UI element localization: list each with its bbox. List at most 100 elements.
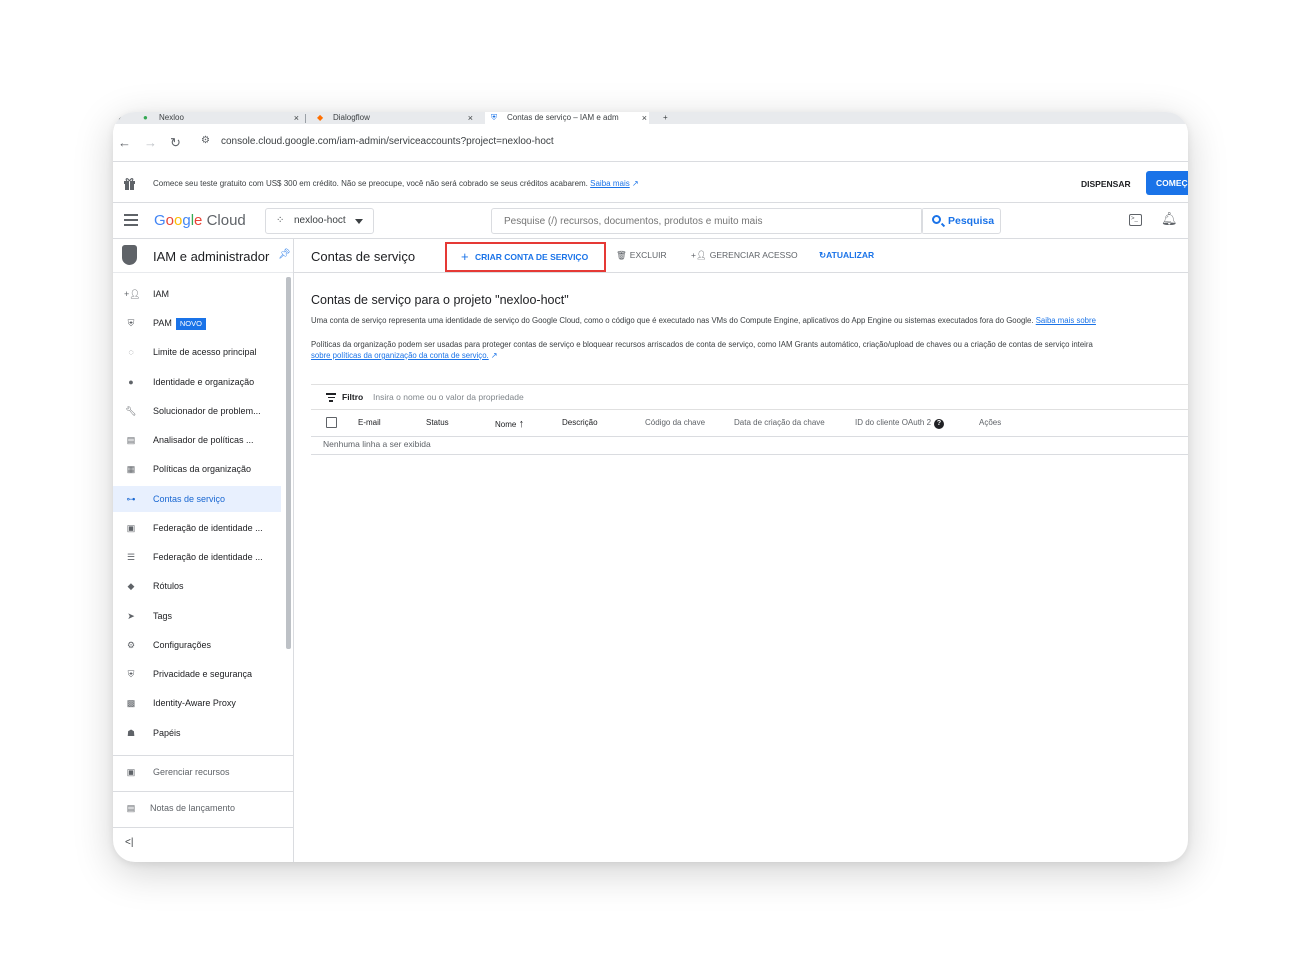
filter-label: Filtro xyxy=(342,392,364,402)
sidebar-item-roles[interactable]: ☗ Papéis xyxy=(113,720,281,746)
filter-input[interactable]: Insira o nome ou o valor da propriedade xyxy=(373,392,524,402)
policy-icon: ◌ xyxy=(128,347,134,357)
reload-icon[interactable]: ↻ xyxy=(170,135,181,151)
column-name[interactable]: Nome ↑ xyxy=(495,418,524,430)
sidebar-item-policy-analyzer[interactable]: ▤ Analisador de políticas ... xyxy=(113,427,281,453)
tab-nexloo[interactable]: ● Nexloo × xyxy=(141,112,299,124)
delete-label: EXCLUIR xyxy=(629,250,667,260)
tab-dialogflow[interactable]: ◆ Dialogflow × xyxy=(315,112,473,124)
url-field[interactable]: console.cloud.google.com/iam-admin/servi… xyxy=(221,136,554,147)
tab-title: Nexloo xyxy=(159,113,184,122)
sidebar-item-iap[interactable]: ▩ Identity-Aware Proxy xyxy=(113,690,281,716)
sidebar-item-label: Limite de acesso principal xyxy=(153,347,257,357)
description-text: Uma conta de serviço representa uma iden… xyxy=(311,316,1034,325)
close-tab-icon[interactable]: × xyxy=(468,112,473,124)
help-icon[interactable]: ? xyxy=(934,419,945,429)
description-1: Uma conta de serviço representa uma iden… xyxy=(311,316,1096,325)
notes-icon: ▤ xyxy=(126,803,136,813)
sidebar-item-troubleshooter[interactable]: 🔧︎ Solucionador de problem... xyxy=(113,398,281,424)
sidebar-item-principal-access-boundary[interactable]: ◌ Limite de acesso principal xyxy=(113,339,281,365)
learn-more-link[interactable]: Saiba mais sobre xyxy=(1036,316,1096,325)
sidebar-item-labels[interactable]: ◆ Rótulos xyxy=(113,573,281,599)
column-key-creation-date[interactable]: Data de criação da chave xyxy=(734,418,825,427)
proxy-icon: ▩ xyxy=(126,698,136,708)
new-badge: NOVO xyxy=(175,317,206,330)
project-picker[interactable]: ⁘ nexloo-hoct xyxy=(265,208,374,234)
create-service-account-button[interactable]: + CRIAR CONTA DE SERVIÇO xyxy=(445,242,606,272)
search-input[interactable] xyxy=(492,209,922,233)
dismiss-button[interactable]: DISPENSAR xyxy=(1081,179,1131,189)
site-settings-icon[interactable]: ⚙ xyxy=(201,135,210,146)
collapse-sidebar-icon[interactable]: <| xyxy=(125,837,133,848)
manage-resources-link[interactable]: ▣ Gerenciar recursos xyxy=(113,759,293,785)
person-add-icon: +👤︎ xyxy=(691,250,707,260)
description-2: Políticas da organização podem ser usada… xyxy=(311,340,1093,349)
column-actions: Ações xyxy=(979,418,1002,427)
release-notes-label: Notas de lançamento xyxy=(150,803,236,813)
sidebar-item-settings[interactable]: ⚙ Configurações xyxy=(113,632,281,658)
main-content: Contas de serviço + CRIAR CONTA DE SERVI… xyxy=(294,239,1188,862)
close-tab-icon[interactable]: × xyxy=(294,112,299,124)
sidebar-item-service-accounts[interactable]: ⊶ Contas de serviço xyxy=(113,486,281,512)
column-key-id[interactable]: Código da chave xyxy=(645,418,705,427)
gear-icon: ⚙ xyxy=(126,640,136,650)
policy-search-icon: ▤ xyxy=(126,435,136,445)
shield-favicon-icon: ⛨ xyxy=(491,113,497,122)
start-trial-button[interactable]: COMEÇ xyxy=(1146,171,1188,195)
trial-message: Comece seu teste gratuito com US$ 300 em… xyxy=(153,179,588,188)
release-notes-link[interactable]: ▤ Notas de lançamento xyxy=(113,795,293,821)
sidebar-item-privacy-security[interactable]: ⛨ Privacidade e segurança xyxy=(113,661,281,687)
sidebar-item-label: Federação de identidade ... xyxy=(153,552,263,562)
back-icon[interactable]: ← xyxy=(118,135,131,150)
pin-icon[interactable]: 📌︎ xyxy=(278,249,291,260)
select-all-checkbox[interactable] xyxy=(326,417,337,428)
cloud-shell-icon[interactable]: >_ xyxy=(1129,214,1142,226)
tab-menu-icon[interactable]: ✓ xyxy=(117,112,125,124)
forward-icon[interactable]: → xyxy=(144,135,157,150)
sidebar-item-workforce-identity-federation[interactable]: ☰ Federação de identidade ... xyxy=(113,544,281,570)
close-tab-icon[interactable]: × xyxy=(642,112,647,124)
address-bar: ← → ↻ ⚙ console.cloud.google.com/iam-adm… xyxy=(113,124,1188,162)
external-link-icon: ↗ xyxy=(490,351,498,360)
wrench-icon: 🔧︎ xyxy=(125,406,137,416)
bell-icon[interactable]: 🔔︎ xyxy=(1161,211,1178,227)
sidebar-item-tags[interactable]: ➤ Tags xyxy=(113,603,281,629)
new-tab-button[interactable]: + xyxy=(663,112,673,124)
sidebar-title: IAM e administrador xyxy=(153,249,270,264)
sidebar-divider xyxy=(113,827,293,828)
column-description[interactable]: Descrição xyxy=(562,418,598,427)
delete-button[interactable]: 🗑︎ EXCLUIR xyxy=(616,250,667,261)
trial-text: Comece seu teste gratuito com US$ 300 em… xyxy=(153,179,639,188)
service-account-icon: ⊶ xyxy=(126,494,136,504)
sidebar-item-pam[interactable]: ⛨ PAM NOVO xyxy=(113,310,281,336)
org-policies-link[interactable]: sobre políticas da organização da conta … xyxy=(311,351,489,360)
project-icon: ⁘ xyxy=(276,215,285,226)
column-status[interactable]: Status xyxy=(426,418,449,427)
manage-access-button[interactable]: +👤︎ GERENCIAR ACESSO xyxy=(691,250,798,261)
table-header: E-mail Status Nome ↑ Descrição Código da… xyxy=(311,410,1188,437)
search-button[interactable]: Pesquisa xyxy=(921,208,1001,234)
sidebar-item-label: Tags xyxy=(153,611,173,621)
tab-service-accounts[interactable]: ⛨ Contas de serviço – IAM e adm × xyxy=(485,112,649,124)
sidebar-item-iam[interactable]: +👤︎ IAM xyxy=(113,281,281,307)
learn-more-link[interactable]: Saiba mais xyxy=(590,179,630,188)
menu-icon[interactable] xyxy=(124,214,138,229)
sidebar-item-org-policies[interactable]: ▦ Políticas da organização xyxy=(113,456,281,482)
filter-icon xyxy=(326,393,336,404)
refresh-button[interactable]: ↻ATUALIZAR xyxy=(819,250,874,261)
action-bar: Contas de serviço + CRIAR CONTA DE SERVI… xyxy=(294,239,1188,273)
trial-banner: Comece seu teste gratuito com US$ 300 em… xyxy=(113,167,1188,203)
column-oauth-client-id[interactable]: ID do cliente OAuth 2? xyxy=(855,418,945,429)
sidebar-item-workload-identity-federation[interactable]: ▣ Federação de identidade ... xyxy=(113,515,281,541)
sidebar-item-label: IAM xyxy=(153,289,170,299)
filter-bar[interactable]: Filtro Insira o nome ou o valor da propr… xyxy=(311,384,1188,410)
sidebar-item-label: Políticas da organização xyxy=(153,464,252,474)
google-cloud-logo[interactable]: Google Cloud xyxy=(154,212,246,229)
sidebar-item-identity-organization[interactable]: ● Identidade e organização xyxy=(113,369,281,395)
sidebar: IAM e administrador 📌︎ +👤︎ IAM ⛨ PAM NOVO… xyxy=(113,239,294,862)
sidebar-scrollbar[interactable] xyxy=(286,277,291,649)
column-email[interactable]: E-mail xyxy=(358,418,381,427)
account-circle-icon: ● xyxy=(128,377,134,387)
sidebar-item-label: Contas de serviço xyxy=(153,494,226,504)
tab-title: Dialogflow xyxy=(333,113,370,122)
